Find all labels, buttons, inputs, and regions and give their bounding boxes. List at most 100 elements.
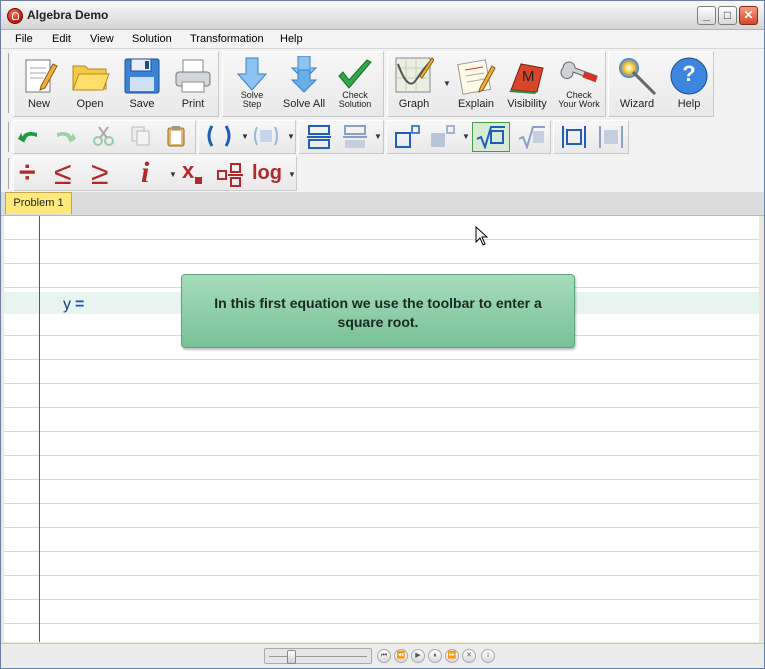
- subscript-box-icon: [195, 177, 203, 184]
- new-button[interactable]: New: [17, 53, 61, 113]
- playback-bar: ⏮ ⏪ ▶ ⏸ ⏩ ✕ i: [1, 643, 764, 668]
- equation-variable: y: [63, 296, 71, 313]
- fast-forward-button[interactable]: ⏩: [445, 649, 459, 663]
- fraction-dropdown-icon[interactable]: ▼: [374, 132, 382, 141]
- power-filled-button[interactable]: [427, 123, 455, 149]
- playback-slider[interactable]: [264, 648, 372, 664]
- undo-button[interactable]: [15, 123, 43, 149]
- save-button[interactable]: Save: [120, 53, 164, 113]
- log-dropdown-icon[interactable]: ▼: [288, 170, 296, 179]
- log-button[interactable]: log: [252, 161, 282, 185]
- folder-open-icon: [72, 65, 110, 91]
- graph-button[interactable]: Graph: [392, 53, 436, 113]
- explain-label: Explain: [457, 98, 495, 110]
- equation-text[interactable]: y =: [63, 296, 84, 314]
- copy-button[interactable]: [127, 123, 155, 149]
- menu-transformation[interactable]: Transformation: [190, 33, 264, 45]
- power-dropdown-icon[interactable]: ▼: [462, 132, 470, 141]
- main-toolbar: New Open Save Print Solve Step Solve All…: [1, 49, 764, 119]
- menu-bar: File Edit View Solution Transformation H…: [1, 30, 764, 49]
- play-button[interactable]: ▶: [411, 649, 425, 663]
- menu-edit[interactable]: Edit: [52, 33, 71, 45]
- imaginary-unit-button[interactable]: i: [141, 157, 149, 189]
- app-window: Algebra Demo _ □ ✕ File Edit View Soluti…: [0, 0, 765, 669]
- help-button[interactable]: ? Help: [667, 53, 711, 113]
- magic-wand-icon: [619, 58, 657, 96]
- matrix-button[interactable]: [250, 123, 278, 149]
- solve-all-button[interactable]: Solve All: [282, 53, 326, 113]
- wizard-button[interactable]: Wizard: [615, 53, 659, 113]
- matrix-bracket-icon: [254, 126, 278, 146]
- solve-step-label: Solve Step: [240, 90, 264, 109]
- rewind-start-button[interactable]: ⏮: [377, 649, 391, 663]
- parentheses-dropdown-icon[interactable]: ▼: [241, 132, 249, 141]
- edit-toolbar: ▼ ▼ ▼ ▼: [1, 119, 764, 155]
- rewind-button[interactable]: ⏪: [394, 649, 408, 663]
- margin-line: [39, 216, 40, 642]
- open-button[interactable]: Open: [68, 53, 112, 113]
- floppy-disk-icon: [124, 58, 160, 94]
- menu-help[interactable]: Help: [280, 33, 303, 45]
- greater-equal-button[interactable]: ≥: [91, 157, 109, 189]
- less-equal-button[interactable]: ≤: [54, 157, 72, 189]
- help-glyph: ?: [682, 61, 696, 86]
- printer-icon: [175, 59, 211, 93]
- explain-button[interactable]: Explain: [454, 53, 498, 113]
- fraction-boxes-icon[interactable]: [217, 163, 245, 189]
- absolute-filled-button[interactable]: [595, 123, 623, 149]
- new-label: New: [27, 98, 50, 110]
- parentheses-button[interactable]: [204, 123, 232, 149]
- power-box-icon: [395, 125, 420, 148]
- subscript-button[interactable]: x: [182, 158, 203, 184]
- paste-button[interactable]: [162, 123, 190, 149]
- open-label: Open: [76, 98, 104, 110]
- scissors-icon: [93, 126, 114, 146]
- minimize-button[interactable]: _: [697, 6, 716, 25]
- divide-button[interactable]: ÷: [19, 157, 35, 189]
- check-your-work-button[interactable]: Check Your Work: [557, 53, 601, 113]
- tab-problem-1[interactable]: Problem 1: [5, 192, 72, 214]
- redo-button[interactable]: [51, 123, 79, 149]
- toolbar-grip: [8, 158, 12, 189]
- close-button[interactable]: ✕: [739, 6, 758, 25]
- subscript-x-label: x: [182, 158, 195, 183]
- fraction-button[interactable]: [304, 123, 332, 149]
- graph-chart-icon: [395, 57, 434, 93]
- mixed-fraction-button[interactable]: [340, 123, 368, 149]
- absolute-value-button[interactable]: [558, 123, 586, 149]
- save-label: Save: [129, 98, 155, 110]
- square-root-button[interactable]: [472, 122, 510, 152]
- imaginary-dropdown-icon[interactable]: ▼: [169, 170, 177, 179]
- slider-thumb[interactable]: [287, 650, 296, 664]
- menu-solution[interactable]: Solution: [132, 33, 172, 45]
- maximize-button[interactable]: □: [718, 6, 737, 25]
- menu-view[interactable]: View: [90, 33, 114, 45]
- nth-root-button[interactable]: [515, 123, 545, 149]
- matrix-dropdown-icon[interactable]: ▼: [287, 132, 295, 141]
- graph-label: Graph: [398, 98, 430, 110]
- absolute-value-icon: [562, 126, 586, 148]
- check-solution-button[interactable]: Check Solution: [333, 53, 377, 113]
- solve-all-arrows-icon: [290, 56, 318, 93]
- problem-tabs: Problem 1: [1, 192, 764, 216]
- slider-track-line: [269, 656, 367, 657]
- power-button[interactable]: [392, 123, 420, 149]
- stop-button[interactable]: ✕: [462, 649, 476, 663]
- power-filled-icon: [431, 125, 455, 147]
- menu-file[interactable]: File: [15, 33, 33, 45]
- cut-button[interactable]: [90, 123, 118, 149]
- hint-tooltip: In this first equation we use the toolba…: [181, 274, 575, 348]
- redo-icon: [57, 132, 76, 143]
- pause-button[interactable]: ⏸: [428, 649, 442, 663]
- info-button[interactable]: i: [481, 649, 495, 663]
- hint-tooltip-text: In this first equation we use the toolba…: [214, 295, 542, 330]
- app-logo-icon: [7, 8, 23, 24]
- help-label: Help: [677, 98, 701, 110]
- visibility-button[interactable]: M Visibility: [505, 53, 549, 113]
- print-button[interactable]: Print: [171, 53, 215, 113]
- graph-dropdown-icon[interactable]: ▼: [443, 79, 451, 88]
- undo-icon: [18, 132, 37, 143]
- solve-step-button[interactable]: Solve Step: [230, 53, 274, 113]
- title-bar: Algebra Demo _ □ ✕: [1, 1, 764, 30]
- copy-icon: [131, 126, 150, 146]
